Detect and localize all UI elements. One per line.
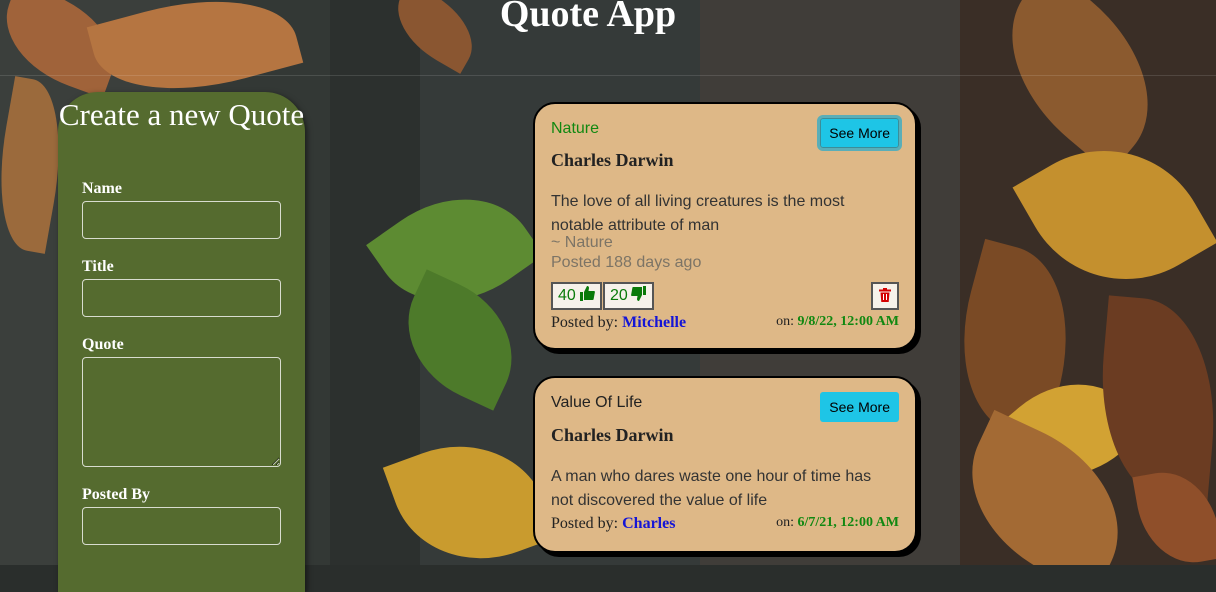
quote-text: A man who dares waste one hour of time h… <box>551 468 872 509</box>
quote-category: Value Of Life <box>551 394 643 411</box>
posted-by-text: Posted by: <box>551 515 619 532</box>
quote-card: Value Of Life See More Charles Darwin A … <box>533 376 917 553</box>
posted-date: 9/8/22, 12:00 AM <box>797 314 900 329</box>
name-label: Name <box>82 180 122 197</box>
posted-by-label: Posted By <box>82 486 150 503</box>
downvote-button[interactable]: 20 <box>603 282 654 310</box>
delete-button[interactable] <box>871 282 899 310</box>
posted-by-user-link[interactable]: Mitchelle <box>622 314 686 331</box>
app-title: Quote App <box>499 0 677 35</box>
trash-icon <box>879 287 891 305</box>
header-divider <box>0 75 1216 76</box>
title-label: Title <box>82 258 114 275</box>
posted-date-info: on: 9/8/22, 12:00 AM <box>776 314 899 330</box>
create-quote-form: Create a new Quote Name Title Quote Post… <box>58 92 305 592</box>
thumbs-down-icon <box>630 286 647 306</box>
thumbs-up-icon <box>579 286 595 306</box>
posted-by-input[interactable] <box>82 507 281 545</box>
quote-text: The love of all living creatures is the … <box>551 193 845 234</box>
quote-author: Charles Darwin <box>551 150 674 170</box>
quote-age: Posted 188 days ago <box>551 254 702 271</box>
posted-date-info: on: 6/7/21, 12:00 AM <box>776 515 899 531</box>
title-input[interactable] <box>82 279 281 317</box>
quote-card: Nature See More Charles Darwin The love … <box>533 102 917 350</box>
quote-tag: ~ Nature <box>551 234 613 251</box>
posted-by-info: Posted by: Mitchelle <box>551 314 686 332</box>
see-more-button[interactable]: See More <box>820 392 899 422</box>
quote-label: Quote <box>82 336 124 353</box>
upvote-button[interactable]: 40 <box>551 282 602 310</box>
quote-textarea[interactable] <box>82 357 281 467</box>
posted-on-text: on: <box>776 515 794 530</box>
downvote-count: 20 <box>610 287 628 304</box>
see-more-button[interactable]: See More <box>817 115 902 151</box>
name-input[interactable] <box>82 201 281 239</box>
posted-by-info: Posted by: Charles <box>551 515 675 533</box>
quote-category: Nature <box>551 120 600 137</box>
quote-author: Charles Darwin <box>551 425 674 445</box>
posted-on-text: on: <box>776 314 794 329</box>
posted-date: 6/7/21, 12:00 AM <box>797 515 900 530</box>
form-heading: Create a new Quote <box>58 97 305 132</box>
upvote-count: 40 <box>558 287 576 304</box>
posted-by-text: Posted by: <box>551 314 619 331</box>
posted-by-user-link[interactable]: Charles <box>622 515 675 532</box>
